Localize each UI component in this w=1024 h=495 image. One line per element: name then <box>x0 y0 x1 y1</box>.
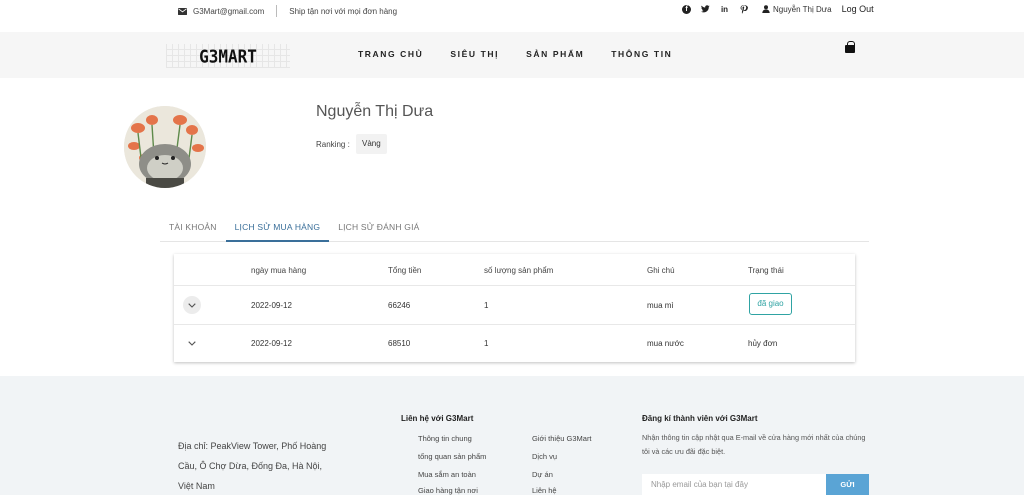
tab-purchase-history[interactable]: LỊCH SỬ MUA HÀNG <box>225 214 330 242</box>
logo-text: G3MART <box>199 45 257 67</box>
expand-row-button[interactable] <box>183 334 201 352</box>
footer-link-delivery[interactable]: Giao hàng tận nơi <box>418 486 478 495</box>
order-status: hủy đơn <box>748 339 778 348</box>
order-total: 68510 <box>388 339 411 348</box>
order-note: mua nước <box>647 339 684 348</box>
nav-info[interactable]: THÔNG TIN <box>611 49 672 59</box>
column-header-status: Trạng thái <box>748 266 784 275</box>
footer-link-contact[interactable]: Liên hệ <box>532 486 557 495</box>
status-badge-delivered[interactable]: đã giao <box>749 293 792 315</box>
footer-contact-title: Liên hệ với G3Mart <box>401 414 474 423</box>
footer-subscribe-description: Nhận thông tin cập nhật qua E-mail về cử… <box>642 433 866 456</box>
pinterest-icon[interactable] <box>739 4 748 14</box>
profile-name: Nguyễn Thị Dưa <box>316 103 434 120</box>
nav-links: TRANG CHỦ SIÊU THỊ SẢN PHẨM THÔNG TIN <box>358 49 672 59</box>
footer-address: Địa chỉ: PeakView Tower, Phố Hoàng Cầu, … <box>178 441 327 491</box>
footer-subscribe-title: Đăng kí thành viên với G3Mart <box>642 414 758 423</box>
subscribe-submit-button[interactable]: GỬI <box>826 474 869 495</box>
expand-row-button[interactable] <box>183 296 201 314</box>
footer-link-about[interactable]: Giới thiệu G3Mart <box>532 434 592 443</box>
row-divider <box>174 285 855 286</box>
order-history-table: ngày mua hàng Tổng tiền số lượng sản phẩ… <box>174 254 855 362</box>
column-header-total: Tổng tiền <box>388 266 422 275</box>
ranking-label: Ranking : <box>316 140 350 149</box>
user-name: Nguyễn Thị Dưa <box>773 4 832 14</box>
user-menu[interactable]: Nguyễn Thị Dưa <box>762 5 832 14</box>
twitter-icon[interactable] <box>701 4 710 14</box>
logout-link[interactable]: Log Out <box>842 4 874 14</box>
contact-strip: G3Mart@gmail.com Ship tận nơi với mọi đơ… <box>178 5 397 17</box>
site-logo[interactable]: G3MART <box>166 44 290 68</box>
column-header-quantity: số lượng sản phẩm <box>484 266 554 275</box>
footer-link-general-info[interactable]: Thông tin chung <box>418 434 472 443</box>
top-bar-right: f in Nguyễn Thị Dưa Log Out <box>682 4 874 14</box>
column-header-note: Ghi chú <box>647 266 675 275</box>
top-bar: G3Mart@gmail.com Ship tận nơi với mọi đơ… <box>0 0 1024 32</box>
tab-review-history[interactable]: LỊCH SỬ ĐÁNH GIÁ <box>329 214 428 242</box>
main-navbar: G3MART TRANG CHỦ SIÊU THỊ SẢN PHẨM THÔNG… <box>0 32 1024 78</box>
chevron-down-icon <box>188 302 196 308</box>
order-total: 66246 <box>388 301 411 310</box>
order-quantity: 1 <box>484 301 489 310</box>
footer-link-safe-shopping[interactable]: Mua sắm an toàn <box>418 470 476 479</box>
order-note: mua mì <box>647 301 674 310</box>
nav-home[interactable]: TRANG CHỦ <box>358 49 423 59</box>
avatar <box>124 106 206 188</box>
avatar-image <box>124 106 206 188</box>
email-text: G3Mart@gmail.com <box>193 6 265 16</box>
site-footer: Địa chỉ: PeakView Tower, Phố Hoàng Cầu, … <box>0 376 1024 495</box>
nav-products[interactable]: SẢN PHẨM <box>526 49 584 59</box>
profile-tabs: TÀI KHOẢN LỊCH SỬ MUA HÀNG LỊCH SỬ ĐÁNH … <box>160 214 869 242</box>
social-links: f in <box>682 4 748 14</box>
divider <box>276 5 278 17</box>
order-quantity: 1 <box>484 339 489 348</box>
email-contact[interactable]: G3Mart@gmail.com <box>178 7 264 16</box>
order-date: 2022-09-12 <box>251 339 292 348</box>
facebook-icon[interactable]: f <box>682 4 691 14</box>
user-icon <box>762 5 770 13</box>
subscribe-email-input[interactable]: Nhập email của bạn tại đây <box>642 474 826 495</box>
row-divider <box>174 324 855 325</box>
envelope-icon <box>178 7 187 15</box>
shipping-text: Ship tận nơi với mọi đơn hàng <box>289 6 398 16</box>
shopping-bag-icon[interactable] <box>845 41 855 53</box>
footer-link-projects[interactable]: Dự án <box>532 470 553 479</box>
ranking-badge: Vàng <box>356 134 387 154</box>
order-date: 2022-09-12 <box>251 301 292 310</box>
chevron-down-icon <box>188 340 196 346</box>
column-header-date: ngày mua hàng <box>251 266 307 275</box>
footer-link-services[interactable]: Dịch vụ <box>532 452 557 461</box>
nav-supermarket[interactable]: SIÊU THỊ <box>450 49 499 59</box>
footer-link-product-overview[interactable]: tổng quan sản phẩm <box>418 452 486 461</box>
linkedin-icon[interactable]: in <box>720 5 729 14</box>
tab-account[interactable]: TÀI KHOẢN <box>160 214 226 242</box>
